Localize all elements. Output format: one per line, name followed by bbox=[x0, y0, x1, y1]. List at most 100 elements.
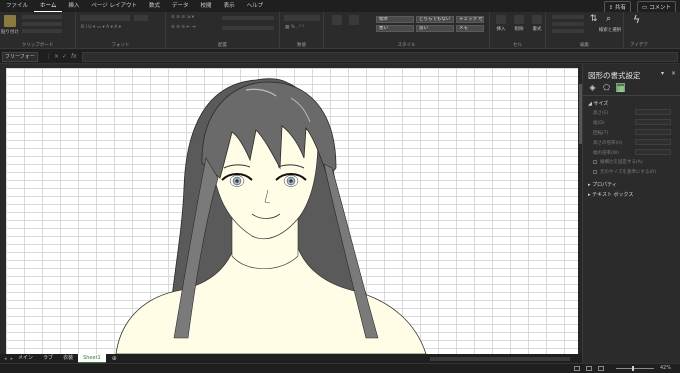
horizontal-scrollbar[interactable] bbox=[430, 357, 570, 361]
group-cells-label: セル bbox=[513, 43, 522, 48]
style-normal[interactable]: 標準 bbox=[376, 16, 414, 23]
formula-input[interactable] bbox=[82, 52, 678, 62]
paste-icon[interactable] bbox=[4, 15, 16, 27]
status-bar: 42% bbox=[0, 363, 680, 373]
delete-cells-icon[interactable] bbox=[514, 15, 524, 24]
width-input[interactable] bbox=[635, 119, 671, 125]
section-properties-label: プロパティ bbox=[592, 182, 617, 188]
tab-review[interactable]: 校閲 bbox=[195, 0, 218, 12]
tab-insert[interactable]: 挿入 bbox=[62, 0, 85, 12]
scale-height-input[interactable] bbox=[635, 139, 671, 145]
font-name-select[interactable] bbox=[80, 15, 130, 21]
sheet-tab-costume[interactable]: 衣装 bbox=[58, 354, 78, 363]
add-sheet-icon[interactable]: ⊕ bbox=[112, 355, 117, 362]
group-ideas: ϟ アイデア bbox=[624, 12, 654, 49]
relative-original-checkbox[interactable] bbox=[593, 170, 597, 174]
sheet-tab-love[interactable]: ラブ bbox=[38, 354, 58, 363]
number-format-icons[interactable]: ▦ % , ⁰ ⁰ bbox=[285, 25, 304, 30]
zoom-slider-knob[interactable] bbox=[632, 366, 634, 371]
search-icon[interactable]: ⌕ bbox=[606, 14, 611, 24]
section-properties-header[interactable]: ▸ プロパティ bbox=[588, 181, 617, 188]
zoom-level[interactable]: 42% bbox=[660, 365, 671, 371]
chevron-down-icon[interactable]: ▾ bbox=[661, 70, 664, 77]
ideas-lightning-icon[interactable]: ϟ bbox=[633, 13, 640, 26]
bold-italic-underline-icons[interactable]: B I U ▾ ▭ ▾ A ▾ A ▾ bbox=[81, 25, 121, 30]
ribbon-tab-bar: ファイル ホーム 挿入 ページ レイアウト 数式 データ 校閲 表示 ヘルプ ⇪… bbox=[0, 0, 680, 13]
format-as-table-icon[interactable] bbox=[349, 15, 359, 25]
fill-line-icon[interactable]: ◈ bbox=[588, 83, 597, 92]
ribbon: 貼り付け クリップボード B I U ▾ ▭ ▾ A ▾ A ▾ フォント ≡ … bbox=[0, 12, 680, 49]
merge-center-button[interactable] bbox=[222, 26, 274, 30]
style-bad[interactable]: 悪い bbox=[376, 25, 414, 32]
font-size-select[interactable] bbox=[134, 15, 148, 21]
scale-width-label: 幅の倍率(W) bbox=[593, 151, 619, 156]
page-break-view-icon[interactable] bbox=[598, 366, 604, 371]
section-size-label: サイズ bbox=[593, 101, 609, 107]
style-note[interactable]: メモ bbox=[456, 25, 484, 32]
tab-page-layout[interactable]: ページ レイアウト bbox=[85, 0, 143, 12]
copy-button[interactable] bbox=[22, 22, 62, 26]
rotation-input[interactable] bbox=[635, 129, 671, 135]
clear-button[interactable] bbox=[552, 29, 584, 33]
align-icons-bottom[interactable]: ≡ ≡ ≡ ⇤ ⇥ bbox=[171, 25, 196, 30]
format-cells-icon[interactable] bbox=[532, 15, 542, 24]
relative-original-label: 元のサイズを基準にする(R) bbox=[600, 170, 657, 175]
group-number-label: 数値 bbox=[297, 43, 306, 48]
paste-label: 貼り付け bbox=[1, 30, 19, 35]
scale-height-label: 高さの倍率(H) bbox=[593, 141, 623, 146]
cancel-icon[interactable]: × bbox=[54, 53, 59, 60]
delete-cells-label: 削除 bbox=[514, 27, 524, 32]
pane-title: 図形の書式設定 bbox=[588, 71, 641, 80]
lock-aspect-checkbox[interactable] bbox=[593, 160, 597, 164]
group-cells: 挿入 削除 書式 セル bbox=[490, 12, 546, 49]
group-ideas-label: アイデア bbox=[630, 43, 648, 48]
normal-view-icon[interactable] bbox=[574, 366, 580, 371]
group-styles: 標準 どちらでもない 悪い 良い チェック セル メモ スタイル bbox=[324, 12, 490, 49]
comments-label: コメント bbox=[648, 5, 671, 11]
height-label: 高さ(E) bbox=[593, 111, 609, 116]
width-label: 幅(D) bbox=[593, 121, 605, 126]
autosum-button[interactable] bbox=[552, 15, 584, 19]
align-icons-top[interactable]: ≡ ≡ ≡ ⇲ ▾ bbox=[171, 15, 194, 20]
height-input[interactable] bbox=[635, 109, 671, 115]
sheet-tab-sheet1[interactable]: Sheet1 bbox=[78, 354, 106, 363]
fill-button[interactable] bbox=[552, 22, 584, 26]
sort-filter-icon[interactable]: ⇅ bbox=[590, 14, 598, 24]
effects-pentagon-icon[interactable]: ⬠ bbox=[602, 83, 611, 92]
zoom-slider[interactable] bbox=[616, 368, 654, 369]
number-format-select[interactable] bbox=[284, 15, 320, 21]
scale-width-input[interactable] bbox=[635, 149, 671, 155]
group-font-label: フォント bbox=[111, 43, 130, 48]
style-check-cell[interactable]: チェック セル bbox=[456, 16, 484, 23]
enter-icon[interactable]: ✓ bbox=[62, 53, 67, 60]
page-layout-view-icon[interactable] bbox=[586, 366, 592, 371]
format-painter-button[interactable] bbox=[22, 29, 62, 33]
name-box[interactable]: フリーフォー bbox=[2, 52, 38, 62]
size-properties-icon[interactable]: ▦ bbox=[616, 83, 625, 93]
section-size-header[interactable]: ◢ サイズ bbox=[588, 100, 608, 107]
anime-girl-drawing[interactable] bbox=[6, 68, 578, 354]
group-font: B I U ▾ ▭ ▾ A ▾ A ▾ フォント bbox=[76, 12, 166, 49]
worksheet-grid[interactable] bbox=[6, 68, 578, 354]
wrap-text-button[interactable] bbox=[222, 16, 274, 20]
close-icon[interactable]: × bbox=[671, 70, 676, 77]
conditional-format-icon[interactable] bbox=[332, 15, 342, 25]
tab-view[interactable]: 表示 bbox=[218, 0, 241, 12]
style-good[interactable]: 良い bbox=[416, 25, 454, 32]
tab-data[interactable]: データ bbox=[166, 0, 195, 12]
more-icon: ⋮ bbox=[46, 53, 52, 60]
rotation-label: 回転(T) bbox=[593, 131, 609, 136]
prev-sheet-icon[interactable]: ◂ bbox=[4, 356, 7, 362]
sheet-tab-main[interactable]: メイン bbox=[13, 354, 38, 363]
section-textbox-header[interactable]: ▸ テキスト ボックス bbox=[588, 191, 633, 198]
insert-cells-icon[interactable] bbox=[496, 15, 506, 24]
insert-function-icon[interactable]: fx bbox=[71, 53, 77, 60]
cut-button[interactable] bbox=[22, 15, 62, 19]
tab-file[interactable]: ファイル bbox=[0, 0, 34, 12]
tab-formulas[interactable]: 数式 bbox=[143, 0, 166, 12]
find-select-label: 検索と選択 bbox=[598, 28, 622, 33]
tab-help[interactable]: ヘルプ bbox=[241, 0, 270, 12]
tab-home[interactable]: ホーム bbox=[34, 0, 63, 12]
format-shape-pane: 図形の書式設定 ▾ × ◈ ⬠ ▦ ◢ サイズ 高さ(E) 幅(D) 回転(T)… bbox=[582, 64, 680, 363]
style-neutral[interactable]: どちらでもない bbox=[416, 16, 454, 23]
